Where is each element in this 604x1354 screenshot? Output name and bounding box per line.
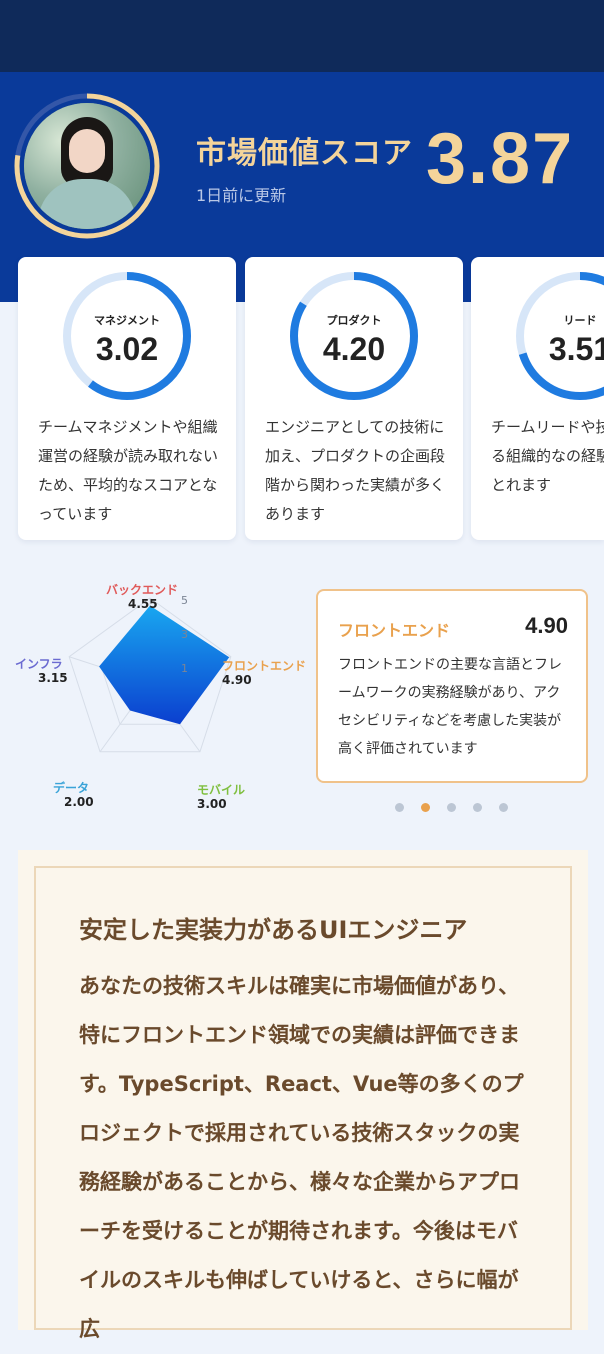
card-value: 4.20: [322, 331, 386, 367]
score-value: 3.87: [426, 119, 575, 199]
pagination-dot-active[interactable]: [421, 803, 430, 812]
card-label: プロダクト: [326, 314, 382, 327]
summary-title: 安定した実装力があるUIエンジニア: [79, 916, 468, 944]
detail-score: 4.90: [525, 613, 568, 638]
radar-series-shape: [99, 605, 230, 725]
radar-axis-label: モバイル: [197, 783, 246, 797]
top-bar: [0, 0, 604, 72]
category-card-lead[interactable]: リード 3.51 チームリードや技術における組織的なの経験が限定的とれます: [471, 257, 604, 540]
radar-axis-value: 2.00: [64, 795, 94, 809]
skill-detail-card[interactable]: フロントエンド 4.90 フロントエンドの主要な言語とフレームワークの実務経験が…: [316, 589, 588, 783]
radar-axis-label: フロントエンド: [222, 659, 307, 673]
radar-axis-value: 3.15: [38, 671, 68, 685]
pagination-dot[interactable]: [473, 803, 482, 812]
radar-tick-label: 3: [181, 628, 188, 641]
radar-axis-label: バックエンド: [106, 583, 179, 597]
card-value: 3.51: [548, 331, 604, 367]
detail-title: フロントエンド: [338, 621, 451, 640]
radar-axis-value: 4.55: [128, 597, 158, 611]
radar-tick-label: 1: [181, 662, 188, 675]
card-description: チームマネジメントや組織運営の経験が読み取れないため、平均的なスコアとなっていま…: [38, 418, 219, 523]
card-label: マネジメント: [94, 314, 160, 327]
radar-axis-label: データ: [53, 781, 90, 795]
radar-axis-label: インフラ: [15, 657, 63, 671]
card-description: チームリードや技術における組織的なの経験が限定的とれます: [491, 418, 604, 494]
avatar: [24, 103, 150, 229]
pagination-dot[interactable]: [395, 803, 404, 812]
pagination-dot[interactable]: [447, 803, 456, 812]
card-description: エンジニアとしての技術に加え、プロダクトの企画段階から関わった実績が多くあります: [265, 418, 446, 523]
card-value: 3.02: [95, 331, 159, 367]
detail-description: フロントエンドの主要な言語とフレームワークの実務経験があり、アクセシビリティなど…: [338, 657, 562, 757]
score-updated: 1日前に更新: [196, 186, 287, 205]
pagination-dot[interactable]: [499, 803, 508, 812]
radar-tick-label: 5: [181, 594, 188, 607]
card-label: リード: [563, 314, 597, 327]
radar-axis-value: 4.90: [222, 673, 252, 687]
summary-text: あなたの技術スキルは確実に市場価値があり、特にフロントエンド領域での実績は評価で…: [79, 974, 524, 1341]
category-card-management[interactable]: マネジメント 3.02 チームマネジメントや組織運営の経験が読み取れないため、平…: [18, 257, 236, 540]
score-title: 市場価値スコア: [196, 136, 413, 171]
skill-radar-chart: 5 3 1: [0, 575, 310, 815]
category-card-product[interactable]: プロダクト 4.20 エンジニアとしての技術に加え、プロダクトの企画段階から関わ…: [245, 257, 463, 540]
radar-axis-value: 3.00: [197, 797, 227, 811]
